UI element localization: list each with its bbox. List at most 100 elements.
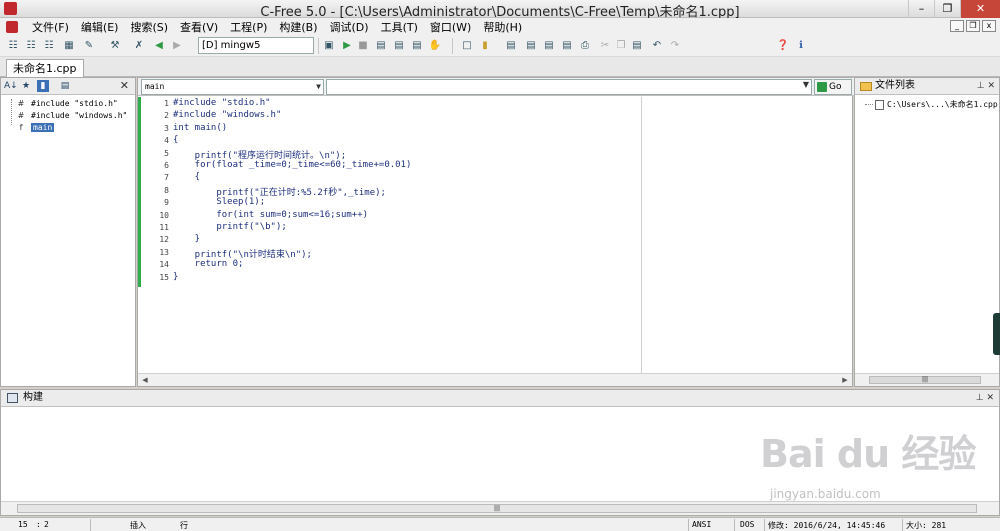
- line-number: 11: [159, 223, 169, 232]
- doc-close-button[interactable]: x: [982, 20, 996, 32]
- close-button[interactable]: ✕: [960, 0, 1000, 18]
- build-scrollbar[interactable]: |||: [1, 501, 999, 515]
- new-file-icon[interactable]: □: [460, 39, 474, 53]
- code-line[interactable]: printf("\n计时结束\n");: [173, 247, 312, 260]
- redo-icon[interactable]: ↷: [668, 39, 682, 53]
- run-icon[interactable]: ▶: [340, 39, 354, 53]
- tree-item[interactable]: # #include "stdio.h": [1, 97, 135, 109]
- scroll-thumb[interactable]: |||: [17, 504, 977, 513]
- hand-icon[interactable]: ✋: [428, 39, 442, 53]
- menu-build[interactable]: 构建(B): [273, 19, 323, 35]
- side-grip[interactable]: [993, 313, 1000, 355]
- menu-project[interactable]: 工程(P): [224, 19, 273, 35]
- status-divider: [734, 519, 735, 531]
- menu-search[interactable]: 搜索(S): [124, 19, 174, 35]
- status-divider: [764, 519, 765, 531]
- file-list-item[interactable]: C:\Users\...\未命名1.cpp: [865, 99, 998, 110]
- find-icon[interactable]: ☷: [6, 39, 20, 53]
- status-bar: 15 : 2 插入 行 ANSI DOS 修改: 2016/6/24, 14:4…: [0, 517, 1000, 531]
- file-list-scrollbar[interactable]: |||: [855, 373, 999, 386]
- code-line[interactable]: int main(): [173, 123, 227, 133]
- code-line[interactable]: #include "stdio.h": [173, 98, 271, 108]
- menu-edit[interactable]: 编辑(E): [75, 19, 125, 35]
- code-line[interactable]: for(float _time=0;_time<=60;_time+=0.01): [173, 160, 412, 170]
- scroll-left-icon[interactable]: ◀: [138, 374, 152, 386]
- pane-controls[interactable]: ⊥ ✕: [977, 78, 995, 94]
- back-icon[interactable]: ◀: [152, 39, 166, 53]
- compile-icon[interactable]: ▣: [322, 39, 336, 53]
- menu-help[interactable]: 帮助(H): [477, 19, 528, 35]
- class-tree: # #include "stdio.h" # #include "windows.h…: [1, 95, 135, 133]
- class-view-icon[interactable]: ▮: [37, 80, 49, 92]
- print-icon[interactable]: ⎙: [578, 39, 592, 53]
- function-select[interactable]: main ▼: [141, 79, 324, 95]
- line-number: 3: [164, 123, 169, 133]
- cut-icon[interactable]: ✂: [598, 39, 612, 53]
- menu-bar: 文件(F) 编辑(E) 搜索(S) 查看(V) 工程(P) 构建(B) 调试(D…: [0, 18, 1000, 35]
- goto-icon[interactable]: ▦: [62, 39, 76, 53]
- filter-icon[interactable]: ★: [20, 80, 32, 92]
- menu-window[interactable]: 窗口(W): [424, 19, 477, 35]
- build-icon[interactable]: ▤: [374, 39, 388, 53]
- scroll-thumb[interactable]: |||: [869, 376, 981, 384]
- scope-select[interactable]: ▼: [326, 79, 812, 95]
- help-icon[interactable]: ❓: [776, 39, 790, 53]
- build-panel-header: 构建 ⊥ ✕: [1, 390, 999, 407]
- save-all-icon[interactable]: ▤: [560, 39, 574, 53]
- compiler-select[interactable]: [D] mingw5: [198, 37, 314, 54]
- code-line[interactable]: return 0;: [173, 259, 244, 269]
- stop-icon[interactable]: ■: [356, 39, 370, 53]
- code-line[interactable]: }: [173, 272, 178, 282]
- wrench-icon[interactable]: ⚒: [108, 39, 122, 53]
- tree-item[interactable]: f main: [1, 121, 135, 133]
- paste-icon[interactable]: ▤: [630, 39, 644, 53]
- line-number: 7: [164, 173, 169, 183]
- file-view-icon[interactable]: ▤: [59, 80, 71, 92]
- code-line[interactable]: printf("程序运行时间统计。\n");: [173, 148, 346, 161]
- close-file-icon[interactable]: ▤: [524, 39, 538, 53]
- tab-file[interactable]: 未命名1.cpp: [6, 59, 84, 77]
- code-line[interactable]: Sleep(1);: [173, 197, 265, 207]
- close-pane-icon[interactable]: ✕: [120, 79, 129, 92]
- menu-debug[interactable]: 调试(D): [324, 19, 375, 35]
- status-row-label: 行: [180, 521, 188, 530]
- horizontal-scrollbar[interactable]: ◀ ▶: [138, 373, 852, 386]
- open-project-icon[interactable]: ▤: [504, 39, 518, 53]
- code-line[interactable]: for(int sum=0;sum<=16;sum++): [173, 210, 368, 220]
- code-line[interactable]: #include "windows.h": [173, 110, 281, 120]
- document-icon[interactable]: [6, 20, 18, 33]
- pane-controls[interactable]: ⊥ ✕: [976, 390, 994, 406]
- go-button[interactable]: Go: [814, 79, 852, 95]
- info-icon[interactable]: ℹ: [794, 39, 808, 53]
- sort-icon[interactable]: A↓: [4, 80, 18, 92]
- code-line[interactable]: {: [173, 172, 200, 182]
- file-tab-bar: 未命名1.cpp: [0, 57, 1000, 77]
- chevron-down-icon: ▼: [316, 82, 321, 91]
- minimize-button[interactable]: –: [908, 0, 934, 18]
- forward-icon[interactable]: ▶: [170, 39, 184, 53]
- tree-item[interactable]: # #include "windows.h": [1, 109, 135, 121]
- doc-minimize-button[interactable]: _: [950, 20, 964, 32]
- doc-restore-button[interactable]: ❐: [966, 20, 980, 32]
- clear-icon[interactable]: ✗: [132, 39, 146, 53]
- menu-view[interactable]: 查看(V): [174, 19, 224, 35]
- code-line[interactable]: }: [173, 234, 200, 244]
- undo-icon[interactable]: ↶: [650, 39, 664, 53]
- find-next-icon[interactable]: ☷: [24, 39, 38, 53]
- menu-file[interactable]: 文件(F): [26, 19, 75, 35]
- debug-icon[interactable]: ▤: [410, 39, 424, 53]
- code-line[interactable]: printf("\b");: [173, 222, 286, 232]
- line-number: 12: [159, 235, 169, 245]
- save-icon[interactable]: ▤: [542, 39, 556, 53]
- copy-icon[interactable]: ❐: [614, 39, 628, 53]
- code-line[interactable]: printf("正在计时:%5.2f秒",_time);: [173, 185, 386, 198]
- open-folder-icon[interactable]: ▮: [478, 39, 492, 53]
- scroll-right-icon[interactable]: ▶: [838, 374, 852, 386]
- brush-icon[interactable]: ✎: [82, 39, 96, 53]
- restore-button[interactable]: ❐: [934, 0, 960, 18]
- rebuild-icon[interactable]: ▤: [392, 39, 406, 53]
- replace-icon[interactable]: ☷: [42, 39, 56, 53]
- baidu-watermark: Bai du 经验: [760, 432, 976, 476]
- code-line[interactable]: {: [173, 135, 178, 145]
- menu-tools[interactable]: 工具(T): [375, 19, 424, 35]
